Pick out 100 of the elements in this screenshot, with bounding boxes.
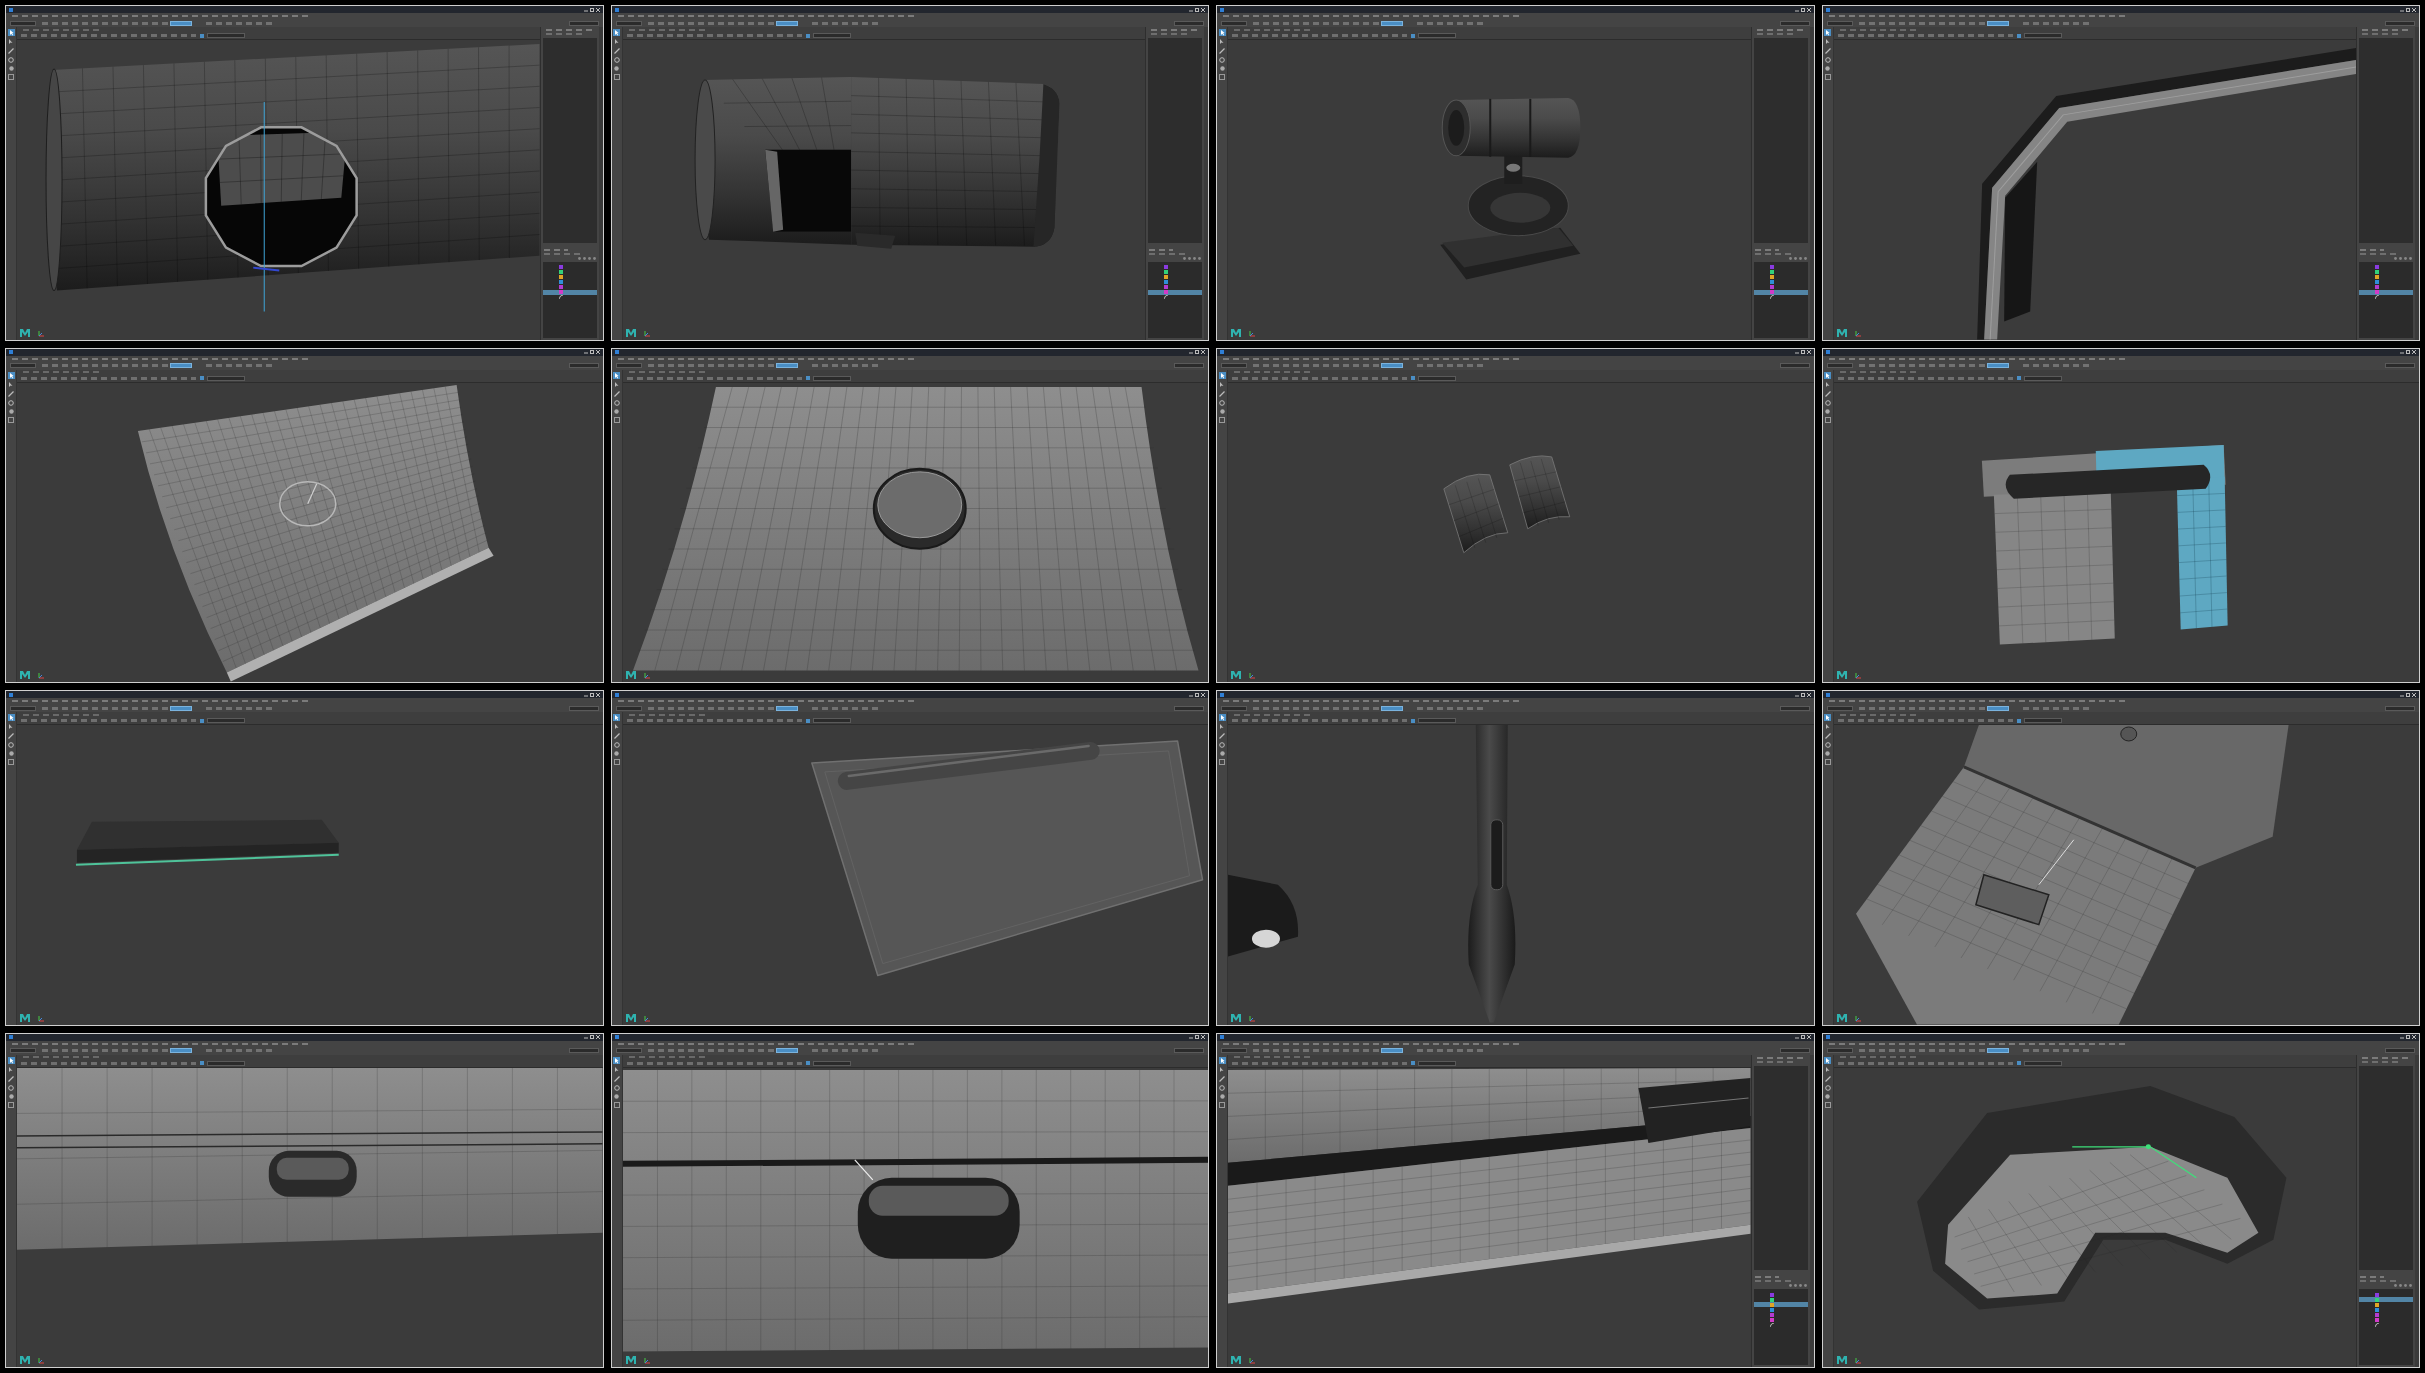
dot-icon[interactable] bbox=[1803, 256, 1807, 260]
workspace-dropdown[interactable] bbox=[2385, 363, 2415, 368]
arrow-icon[interactable] bbox=[7, 29, 15, 36]
circle-icon[interactable] bbox=[8, 57, 14, 63]
mode-dropdown[interactable] bbox=[615, 20, 642, 26]
dot-icon[interactable] bbox=[1219, 751, 1225, 756]
circle-icon[interactable] bbox=[613, 1084, 620, 1091]
dropdown-field[interactable] bbox=[2023, 33, 2062, 38]
viewport[interactable] bbox=[1228, 1067, 1751, 1367]
pointer-icon[interactable] bbox=[1824, 724, 1831, 730]
dropdown-field[interactable] bbox=[2023, 1060, 2062, 1066]
arrow-icon[interactable] bbox=[613, 1056, 620, 1064]
workspace-dropdown[interactable] bbox=[568, 705, 599, 711]
circle-icon[interactable] bbox=[8, 1084, 14, 1091]
brush-icon[interactable] bbox=[613, 390, 620, 397]
dot-icon[interactable] bbox=[1188, 256, 1191, 260]
brush-icon[interactable] bbox=[8, 1075, 14, 1082]
circle-icon[interactable] bbox=[8, 399, 14, 406]
mode-dropdown[interactable] bbox=[1826, 20, 1853, 26]
filled-square-icon[interactable] bbox=[805, 718, 810, 723]
dot-icon[interactable] bbox=[1798, 1284, 1802, 1287]
viewport[interactable] bbox=[1833, 1067, 2356, 1367]
workspace-dropdown[interactable] bbox=[1174, 705, 1204, 711]
workspace-dropdown[interactable] bbox=[1779, 705, 1810, 711]
close-icon[interactable] bbox=[1806, 1035, 1811, 1039]
circle-icon[interactable] bbox=[1824, 742, 1831, 748]
workspace-dropdown[interactable] bbox=[1779, 363, 1810, 368]
input-field[interactable] bbox=[170, 363, 192, 368]
brush-icon[interactable] bbox=[8, 48, 14, 54]
dot-icon[interactable] bbox=[2394, 256, 2397, 260]
pointer-icon[interactable] bbox=[1824, 1066, 1831, 1073]
dropdown-field[interactable] bbox=[1418, 375, 1456, 381]
pointer-icon[interactable] bbox=[1219, 39, 1225, 45]
pointer-icon[interactable] bbox=[1824, 39, 1831, 45]
dot-icon[interactable] bbox=[1193, 256, 1196, 260]
close-icon[interactable] bbox=[595, 7, 600, 12]
workspace-dropdown[interactable] bbox=[2385, 705, 2415, 711]
input-field[interactable] bbox=[1986, 705, 2009, 711]
dropdown-field[interactable] bbox=[1418, 718, 1456, 723]
dot-icon[interactable] bbox=[8, 1093, 14, 1099]
circle-icon[interactable] bbox=[1824, 57, 1831, 63]
arrow-icon[interactable] bbox=[1218, 29, 1226, 36]
brush-icon[interactable] bbox=[8, 733, 14, 739]
maximize-icon[interactable] bbox=[2406, 350, 2410, 354]
filled-square-icon[interactable] bbox=[805, 376, 810, 380]
input-field[interactable] bbox=[1986, 20, 2009, 26]
input-field[interactable] bbox=[775, 20, 798, 26]
dropdown-field[interactable] bbox=[812, 1060, 851, 1066]
workspace-dropdown[interactable] bbox=[568, 20, 599, 26]
maximize-icon[interactable] bbox=[589, 692, 594, 697]
arrow-icon[interactable] bbox=[1218, 371, 1226, 379]
close-icon[interactable] bbox=[1201, 350, 1205, 354]
dot-icon[interactable] bbox=[1788, 1284, 1792, 1287]
maximize-icon[interactable] bbox=[589, 350, 594, 354]
pointer-icon[interactable] bbox=[1219, 381, 1225, 388]
viewport[interactable] bbox=[1833, 40, 2356, 340]
dot-icon[interactable] bbox=[1825, 751, 1830, 756]
filled-square-icon[interactable] bbox=[200, 33, 204, 38]
maximize-icon[interactable] bbox=[2406, 1035, 2410, 1039]
maximize-icon[interactable] bbox=[1195, 350, 1199, 354]
close-icon[interactable] bbox=[2412, 692, 2416, 697]
workspace-dropdown[interactable] bbox=[568, 1048, 599, 1053]
arrow-icon[interactable] bbox=[7, 714, 15, 721]
filled-square-icon[interactable] bbox=[805, 1061, 810, 1065]
circle-icon[interactable] bbox=[8, 742, 14, 748]
input-field[interactable] bbox=[1986, 1048, 2009, 1053]
close-icon[interactable] bbox=[595, 692, 600, 697]
brush-icon[interactable] bbox=[613, 733, 620, 739]
workspace-dropdown[interactable] bbox=[1174, 363, 1204, 368]
dot-icon[interactable] bbox=[1219, 66, 1225, 71]
dropdown-field[interactable] bbox=[1418, 33, 1456, 38]
dot-icon[interactable] bbox=[2409, 1284, 2412, 1287]
filled-square-icon[interactable] bbox=[2016, 1061, 2021, 1065]
pointer-icon[interactable] bbox=[613, 39, 620, 45]
circle-icon[interactable] bbox=[1219, 742, 1225, 748]
filled-square-icon[interactable] bbox=[2016, 718, 2021, 723]
dot-icon[interactable] bbox=[8, 408, 14, 414]
dot-icon[interactable] bbox=[2394, 1284, 2397, 1287]
pointer-icon[interactable] bbox=[613, 724, 620, 730]
dot-icon[interactable] bbox=[582, 256, 586, 260]
input-field[interactable] bbox=[1381, 20, 1403, 26]
filled-square-icon[interactable] bbox=[200, 718, 204, 723]
dot-icon[interactable] bbox=[614, 66, 619, 71]
maximize-icon[interactable] bbox=[1195, 7, 1199, 12]
dot-icon[interactable] bbox=[1198, 256, 1201, 260]
workspace-dropdown[interactable] bbox=[1779, 20, 1810, 26]
arrow-icon[interactable] bbox=[1824, 1056, 1831, 1064]
maximize-icon[interactable] bbox=[1800, 350, 1805, 354]
dot-icon[interactable] bbox=[1793, 256, 1797, 260]
brush-icon[interactable] bbox=[613, 48, 620, 54]
filled-square-icon[interactable] bbox=[2016, 33, 2021, 38]
circle-icon[interactable] bbox=[613, 742, 620, 748]
brush-icon[interactable] bbox=[1824, 48, 1831, 54]
minimize-icon[interactable] bbox=[1189, 350, 1193, 354]
filled-square-icon[interactable] bbox=[1411, 718, 1415, 723]
pointer-icon[interactable] bbox=[8, 39, 14, 45]
pointer-icon[interactable] bbox=[613, 1066, 620, 1073]
close-icon[interactable] bbox=[595, 350, 600, 354]
minimize-icon[interactable] bbox=[2400, 1035, 2404, 1039]
maximize-icon[interactable] bbox=[1195, 1035, 1199, 1039]
